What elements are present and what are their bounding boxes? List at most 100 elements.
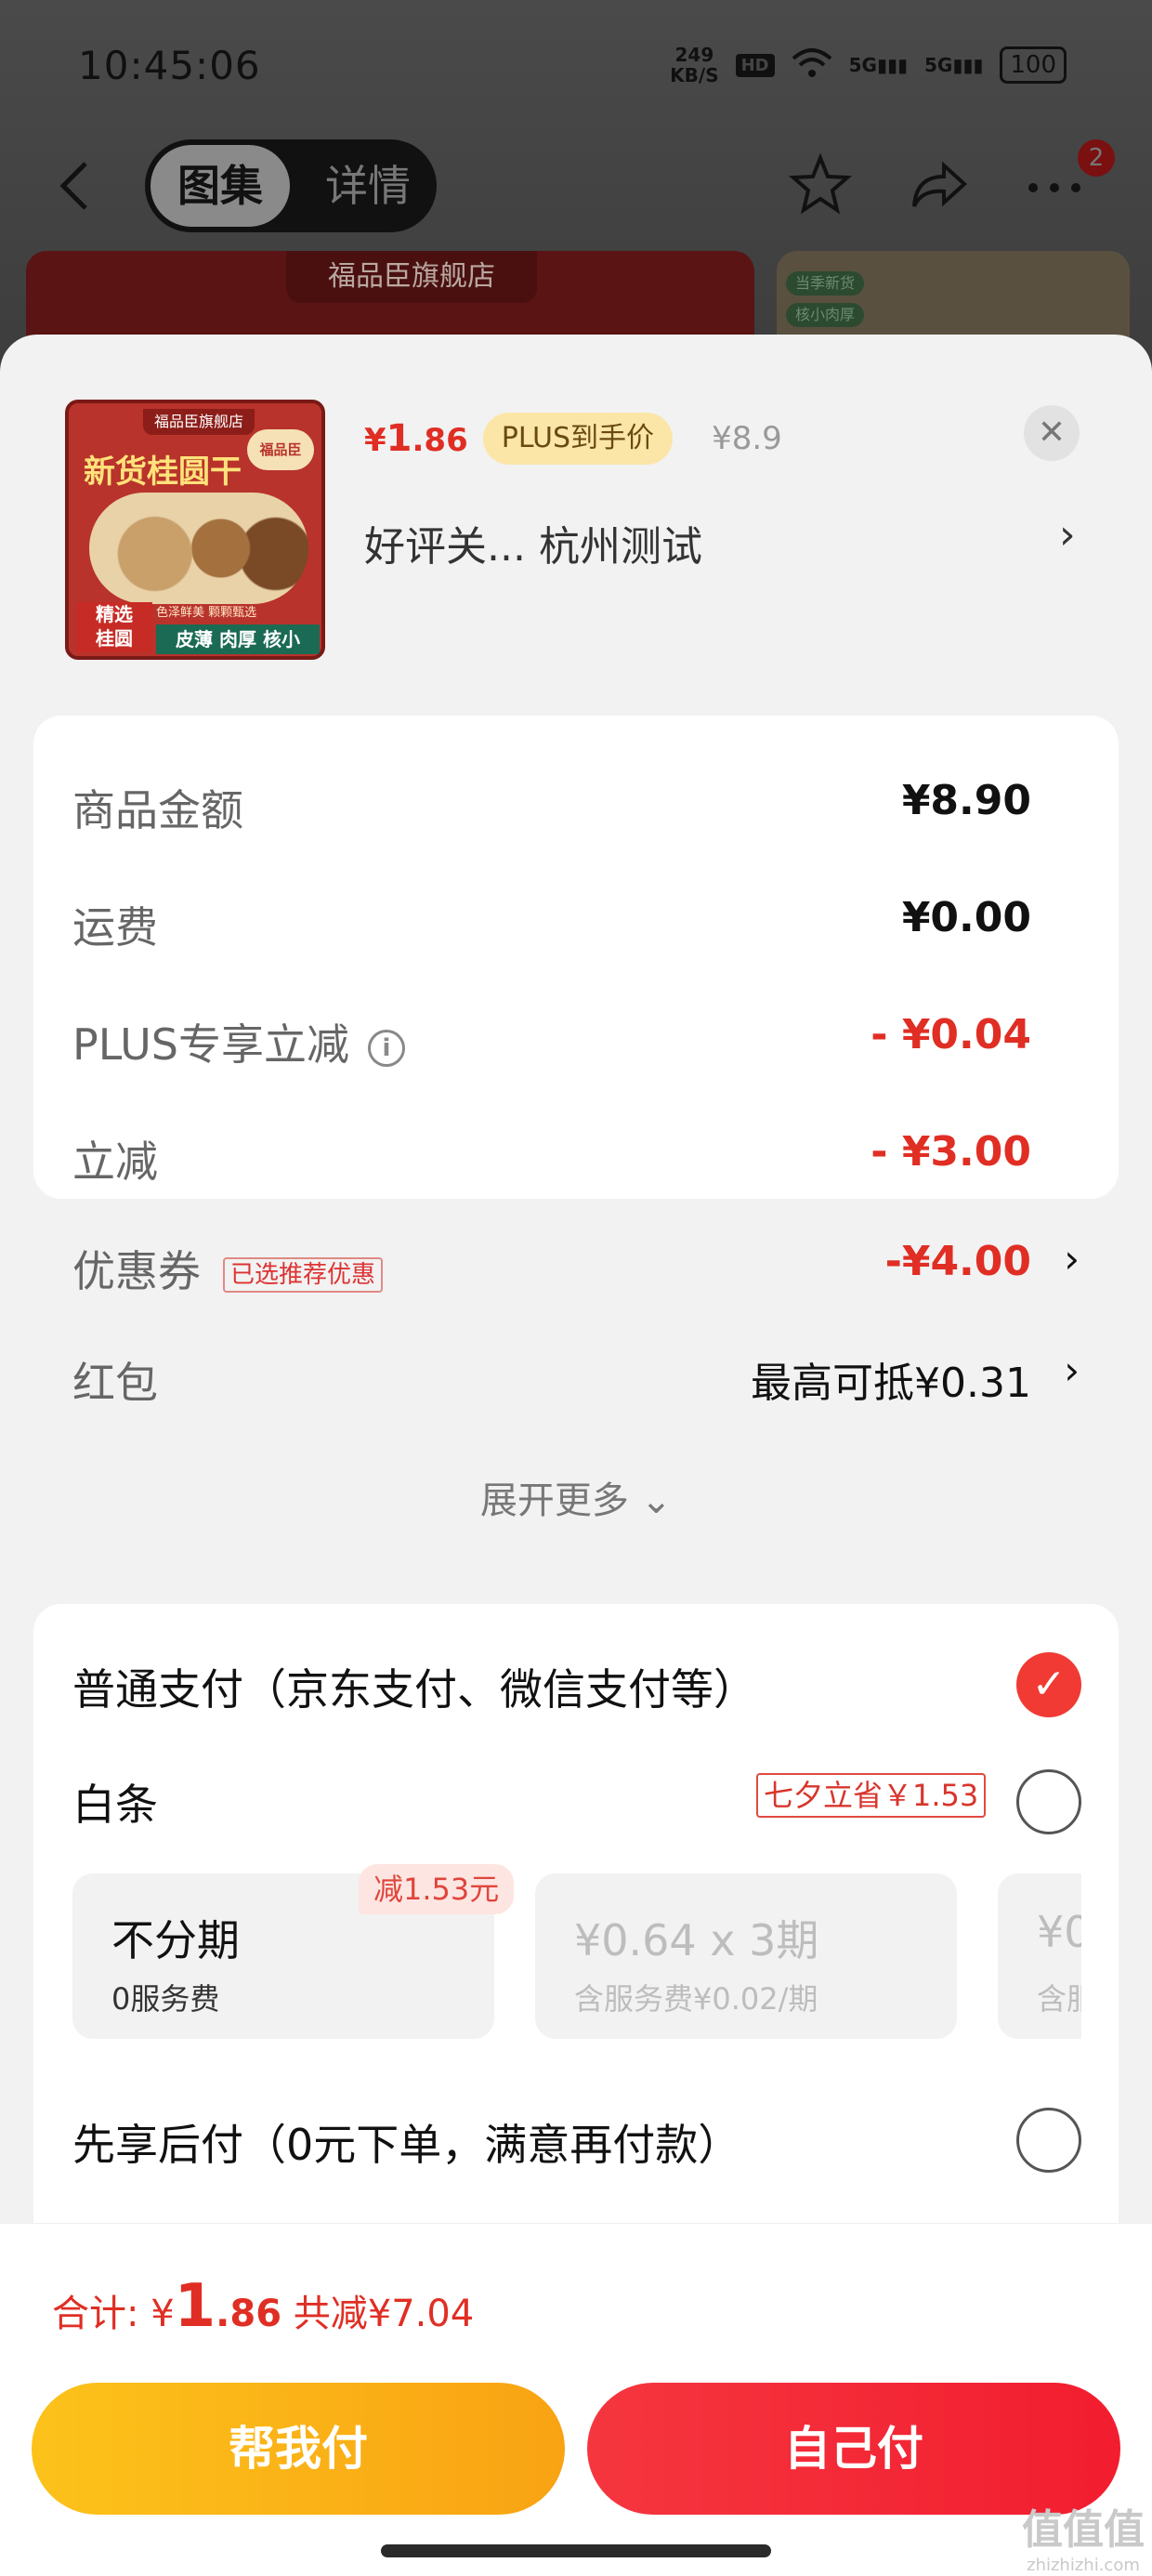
plan-sub: 含服 bbox=[1037, 1981, 1081, 2017]
total-label: 合计: ¥ bbox=[52, 2293, 175, 2335]
final-price: ¥1.86 bbox=[364, 417, 468, 460]
row-label: 红包 bbox=[72, 1358, 158, 1408]
row-coupon[interactable]: 优惠券 已选推荐优惠 -¥4.00 › bbox=[72, 1236, 1080, 1312]
price-yen: ¥ bbox=[364, 422, 386, 459]
price-int: 1 bbox=[386, 417, 412, 460]
total-saved: 共减¥7.04 bbox=[281, 2293, 475, 2335]
wifi-icon bbox=[792, 47, 832, 84]
view-switcher: 图集 详情 bbox=[145, 139, 437, 232]
chevron-right-icon[interactable]: › bbox=[1059, 511, 1076, 559]
row-label: 立减 bbox=[72, 1137, 158, 1187]
total-amount: 合计: ¥1.86 共减¥7.04 bbox=[52, 2272, 474, 2341]
product-image-title: 新货桂圆干 bbox=[84, 453, 242, 491]
row-goods-amount: 商品金额 ¥8.90 bbox=[72, 777, 1080, 851]
normal-pay-label[interactable]: 普通支付（京东支付、微信支付等） bbox=[72, 1656, 756, 1717]
action-bar: 帮我付 自己付 值值值 zhizhizhi.com bbox=[0, 2366, 1152, 2576]
plan-discount-badge: 减1.53元 bbox=[359, 1864, 515, 1914]
help-pay-button[interactable]: 帮我付 bbox=[32, 2383, 565, 2515]
row-label: 商品金额 bbox=[72, 785, 243, 835]
row-label: 运费 bbox=[72, 902, 158, 953]
banner-tag: 核小肉厚 bbox=[786, 303, 865, 327]
net-speed: 249 KB/S bbox=[670, 45, 718, 85]
baitiao-promo-tag: 七夕立省￥1.53 bbox=[756, 1773, 987, 1818]
top-nav: 图集 详情 2 bbox=[0, 139, 1152, 232]
total-dec: .86 bbox=[216, 2293, 282, 2335]
hd-icon: HD bbox=[735, 53, 775, 77]
price-dec: .86 bbox=[412, 422, 468, 459]
status-bar: 10:45:06 249 KB/S HD 5G▮▮▮ 5G▮▮▮ 100 bbox=[0, 0, 1152, 139]
tab-gallery[interactable]: 图集 bbox=[151, 145, 290, 227]
signal-5g-icon: 5G▮▮▮ bbox=[848, 54, 908, 76]
row-label: 优惠券 bbox=[72, 1246, 201, 1296]
product-image-badge: 精选 桂圆 bbox=[76, 602, 152, 652]
row-label: PLUS专享立减 bbox=[72, 1019, 349, 1070]
chevron-down-icon: ⌄ bbox=[640, 1479, 673, 1522]
info-icon[interactable]: i bbox=[367, 1029, 405, 1067]
coupon-recommend-tag: 已选推荐优惠 bbox=[223, 1256, 384, 1293]
baitiao-label[interactable]: 白条 bbox=[72, 1771, 158, 1833]
close-button[interactable]: ✕ bbox=[1024, 405, 1080, 461]
row-red-packet[interactable]: 红包 最高可抵¥0.31 › bbox=[72, 1347, 1080, 1424]
status-time: 10:45:06 bbox=[78, 43, 261, 88]
row-instant-discount: 立减 - ¥3.00 bbox=[72, 1128, 1080, 1203]
row-label-wrap: PLUS专享立减 i bbox=[72, 1011, 405, 1072]
plan-sub: 含服务费¥0.02/期 bbox=[574, 1981, 818, 2017]
self-pay-button[interactable]: 自己付 bbox=[587, 2383, 1120, 2515]
total-int: 1 bbox=[174, 2272, 216, 2341]
signal-5g-icon-2: 5G▮▮▮ bbox=[923, 54, 984, 76]
chevron-right-icon[interactable]: › bbox=[1064, 1347, 1080, 1393]
checkout-sheet: 福品臣旗舰店 福品臣 新货桂圆干 精选 桂圆 色泽鲜美 颗颗甄选 皮薄 肉厚 核… bbox=[0, 335, 1152, 2576]
background-page: 10:45:06 249 KB/S HD 5G▮▮▮ 5G▮▮▮ 100 图集 … bbox=[0, 0, 1152, 400]
brand-logo: 福品臣 bbox=[247, 429, 314, 470]
net-speed-value: 249 bbox=[674, 44, 714, 66]
banner-store-tab: 福品臣旗舰店 bbox=[286, 251, 537, 303]
chevron-right-icon[interactable]: › bbox=[1064, 1236, 1080, 1281]
status-indicators: 249 KB/S HD 5G▮▮▮ 5G▮▮▮ 100 bbox=[670, 45, 1067, 85]
installment-plans: 不分期 0服务费 ¥0.64 x 3期 含服务费¥0.02/期 ¥0 含服 bbox=[72, 1873, 1081, 2039]
net-speed-unit: KB/S bbox=[670, 64, 719, 86]
battery-icon: 100 bbox=[1000, 46, 1067, 84]
back-arrow-icon[interactable] bbox=[56, 158, 93, 228]
row-label-wrap: 优惠券 已选推荐优惠 bbox=[72, 1238, 384, 1299]
watermark-title: 值值值 bbox=[1022, 2506, 1145, 2554]
plus-price-badge: PLUS到手价 bbox=[482, 413, 674, 465]
plan-title: ¥0.64 x 3期 bbox=[574, 1915, 819, 1965]
banner-tag: 当季新货 bbox=[786, 271, 865, 296]
normal-pay-radio[interactable]: ✓ bbox=[1016, 1652, 1081, 1717]
plan-title: 不分期 bbox=[111, 1915, 240, 1965]
star-icon[interactable] bbox=[788, 152, 853, 232]
total-bar: 合计: ¥1.86 共减¥7.04 bbox=[0, 2223, 1152, 2366]
pay-later-radio[interactable] bbox=[1016, 2108, 1081, 2173]
row-value: ¥8.90 bbox=[901, 777, 1031, 824]
tab-detail[interactable]: 详情 bbox=[312, 145, 424, 227]
home-indicator bbox=[381, 2544, 771, 2557]
row-value: - ¥0.04 bbox=[871, 1011, 1031, 1058]
signal-label: 5G bbox=[848, 54, 877, 76]
baitiao-radio[interactable] bbox=[1016, 1769, 1081, 1834]
original-price: ¥8.9 bbox=[712, 420, 782, 457]
row-shipping: 运费 ¥0.00 bbox=[72, 894, 1080, 968]
spec-selector[interactable]: 好评关... 杭州测试 bbox=[364, 513, 702, 572]
product-image-store: 福品臣旗舰店 bbox=[143, 409, 255, 435]
notification-badge: 2 bbox=[1078, 139, 1115, 177]
share-icon[interactable] bbox=[907, 152, 972, 232]
plan-more-installments[interactable]: ¥0 含服 bbox=[998, 1873, 1081, 2039]
signal-label-2: 5G bbox=[923, 54, 953, 76]
row-value: -¥4.00 bbox=[884, 1238, 1031, 1285]
row-plus-discount: PLUS专享立减 i - ¥0.04 bbox=[72, 1011, 1080, 1085]
longan-photo bbox=[89, 493, 308, 604]
row-value: ¥0.00 bbox=[901, 894, 1031, 941]
amount-card: 商品金额 ¥8.90 运费 ¥0.00 PLUS专享立减 i - ¥0.04 立减… bbox=[33, 716, 1119, 1408]
plan-title: ¥0 bbox=[1037, 1907, 1081, 1957]
watermark-url: zhizhizhi.com bbox=[1027, 2556, 1140, 2575]
expand-more-button[interactable]: 展开更多 ⌄ bbox=[33, 1470, 1119, 1524]
row-value: - ¥3.00 bbox=[871, 1128, 1031, 1176]
product-image-features: 皮薄 肉厚 核小 bbox=[156, 624, 320, 654]
row-value: 最高可抵¥0.31 bbox=[751, 1360, 1031, 1407]
plan-sub: 0服务费 bbox=[111, 1981, 220, 2017]
product-image: 福品臣旗舰店 福品臣 新货桂圆干 精选 桂圆 色泽鲜美 颗颗甄选 皮薄 肉厚 核… bbox=[65, 400, 325, 660]
pay-later-label[interactable]: 先享后付（0元下单，满意再付款） bbox=[72, 2111, 740, 2173]
product-image-fresh: 色泽鲜美 颗颗甄选 bbox=[156, 606, 257, 620]
plan-3-installments[interactable]: ¥0.64 x 3期 含服务费¥0.02/期 bbox=[535, 1873, 957, 2039]
watermark: 值值值 zhizhizhi.com bbox=[1022, 2496, 1145, 2575]
